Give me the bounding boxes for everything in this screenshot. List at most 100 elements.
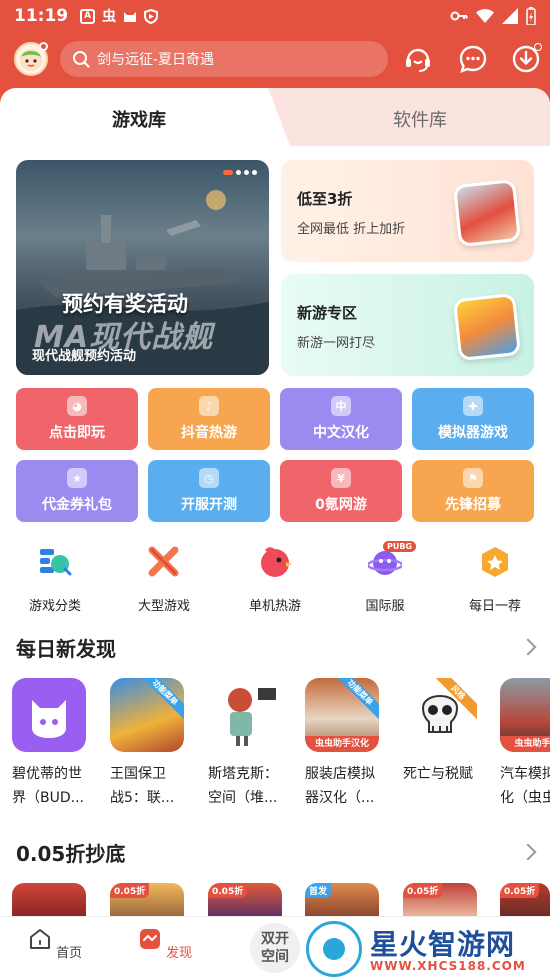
- pubg-badge: PUBG: [383, 541, 417, 552]
- game-name: 汽车模拟 化（虫虫: [500, 766, 550, 806]
- game-name: 死亡与税赋: [403, 766, 473, 782]
- notification-cat-icon: [124, 12, 137, 22]
- bookmark-icon: 中: [331, 396, 351, 416]
- main-banner[interactable]: 预约有奖活动 MA现代战舰 现代战舰预约活动: [16, 160, 269, 375]
- localization-tag: 虫虫助手汉: [500, 736, 550, 752]
- coin-icon: ¥: [331, 468, 351, 488]
- messages-button[interactable]: [457, 43, 489, 75]
- banner-pager: [223, 170, 257, 175]
- category-swords-icon: [148, 546, 179, 577]
- zero-pay-online-label: 0氪网游: [315, 497, 367, 513]
- localization-tag: 虫虫助手汉化: [305, 736, 379, 752]
- game-name: 王国保卫 战5：联...: [110, 766, 175, 806]
- home-icon: [29, 929, 50, 949]
- category-label: 每日一荐: [468, 599, 521, 614]
- category-single-player[interactable]: 单机热游: [237, 545, 313, 614]
- service-icon: [406, 48, 430, 72]
- pioneer-recruit-button[interactable]: ⚑ 先锋招募: [412, 460, 534, 522]
- dual-space-button[interactable]: 双开 空间: [250, 923, 300, 973]
- nav-discover-label: 发现: [166, 946, 193, 961]
- voucher-gift-button[interactable]: ★ 代金券礼包: [16, 460, 138, 522]
- notification-a-icon: A: [80, 8, 96, 24]
- game-icon-kingdom-rush: 功能菜单: [110, 678, 184, 752]
- cat-head-icon: [32, 700, 66, 738]
- game-card-stacks[interactable]: 斯塔克斯： 空间（堆...: [208, 678, 288, 810]
- gamepad-icon: ✚: [463, 396, 483, 416]
- instant-play-button[interactable]: ◕ 点击即玩: [16, 388, 138, 450]
- category-daily-pick[interactable]: 每日一荐: [457, 545, 533, 614]
- app-header: 剑与远征-夏日奇遇: [0, 32, 550, 90]
- category-label: 游戏分类: [28, 599, 81, 614]
- game-card-clothing-store[interactable]: 功能菜单 虫虫助手汉化 服装店模拟 器汉化（...: [305, 678, 385, 810]
- douyin-hot-label: 抖音热游: [181, 425, 237, 441]
- search-bar[interactable]: 剑与远征-夏日奇遇: [60, 41, 388, 77]
- category-label: 大型游戏: [137, 599, 190, 614]
- chinese-localized-label: 中文汉化: [313, 425, 369, 441]
- avatar-notification-dot: [39, 42, 48, 51]
- daily-more-chevron-icon[interactable]: [519, 638, 537, 656]
- gift-icon: ★: [67, 468, 87, 488]
- key-icon: [450, 11, 468, 21]
- feature-ribbon: 功能菜单: [136, 678, 184, 722]
- game-card-death-taxes[interactable]: 风格 死亡与税赋: [403, 678, 483, 786]
- category-game-classify[interactable]: 游戏分类: [17, 545, 93, 614]
- search-placeholder: 剑与远征-夏日奇遇: [97, 52, 215, 68]
- feature-ribbon: 功能菜单: [331, 678, 379, 722]
- douyin-hot-button[interactable]: ♪ 抖音热游: [148, 388, 270, 450]
- ghost-icon: ◕: [67, 396, 87, 416]
- game-icon-death-taxes: 风格: [403, 678, 477, 752]
- server-open-button[interactable]: ◷ 开服开测: [148, 460, 270, 522]
- deal-discount-tag: 0.05折: [208, 883, 248, 898]
- nav-home[interactable]: 首页: [25, 927, 85, 961]
- emulator-games-button[interactable]: ✚ 模拟器游戏: [412, 388, 534, 450]
- deal-discount-tag: 0.05折: [500, 883, 540, 898]
- category-international[interactable]: PUBG 国际服: [347, 541, 423, 614]
- zero-pay-online-button[interactable]: ¥ 0氪网游: [280, 460, 402, 522]
- category-classify-icon: [40, 549, 72, 576]
- new-games-card-subtitle: 新游一网打尽: [297, 336, 376, 351]
- new-game-thumbnail: [452, 292, 522, 362]
- nav-discover[interactable]: 发现: [135, 927, 195, 961]
- status-icons-right: [450, 7, 536, 25]
- daily-section-title: 每日新发现: [16, 637, 116, 661]
- game-icon-stacks: [208, 678, 282, 752]
- discount-game-thumbnail: [452, 178, 522, 248]
- deal-discount-tag: 0.05折: [403, 883, 443, 898]
- emulator-games-label: 模拟器游戏: [438, 425, 508, 441]
- library-tabs: 游戏库 软件库: [0, 88, 550, 146]
- user-avatar[interactable]: [14, 42, 48, 76]
- discount-card-subtitle: 全网最低 折上加折: [297, 222, 406, 237]
- deals-section-title: 0.05折抄底: [16, 842, 126, 866]
- game-card-kingdom-rush[interactable]: 功能菜单 王国保卫 战5：联...: [110, 678, 190, 810]
- game-card-car-sim[interactable]: 虫虫助手汉 汽车模拟 化（虫虫: [500, 678, 550, 810]
- tab-software-library[interactable]: 软件库: [393, 106, 447, 132]
- chinese-localized-button[interactable]: 中 中文汉化: [280, 388, 402, 450]
- downloads-button[interactable]: [510, 43, 542, 75]
- game-name: 碧优蒂的世 界（BUD...: [12, 766, 84, 806]
- category-large-games[interactable]: 大型游戏: [126, 545, 202, 614]
- tiktok-icon: ♪: [199, 396, 219, 416]
- signal-icon: [502, 8, 518, 24]
- battery-icon: [526, 7, 536, 25]
- game-name: 斯塔克斯： 空间（堆...: [208, 766, 278, 806]
- status-icons-left: A 虫: [80, 6, 159, 26]
- search-icon: [73, 51, 90, 68]
- deals-more-chevron-icon[interactable]: [519, 843, 537, 861]
- bottom-navigation: 首页 发现 双开 空间 星火智游网 WWW.XHCS188.COM: [0, 916, 550, 979]
- game-card-bud[interactable]: 碧优蒂的世 界（BUD...: [12, 678, 92, 810]
- discount-card-title: 低至3折: [297, 190, 353, 208]
- new-games-card[interactable]: 新游专区 新游一网打尽: [281, 274, 534, 376]
- downloads-badge-dot: [534, 43, 542, 51]
- nav-home-label: 首页: [56, 946, 83, 961]
- tab-game-library[interactable]: 游戏库: [112, 106, 166, 132]
- calendar-icon: ◷: [199, 468, 219, 488]
- discover-icon: [139, 929, 160, 949]
- site-watermark: 星火智游网 WWW.XHCS188.COM: [300, 917, 550, 979]
- message-icon: [459, 45, 487, 73]
- notification-shield-icon: [144, 8, 159, 24]
- customer-service-button[interactable]: [402, 43, 434, 75]
- category-label: 国际服: [365, 599, 405, 614]
- robot-illustration: [228, 688, 276, 746]
- discount-card[interactable]: 低至3折 全网最低 折上加折: [281, 160, 534, 262]
- category-bird-icon: [261, 547, 292, 577]
